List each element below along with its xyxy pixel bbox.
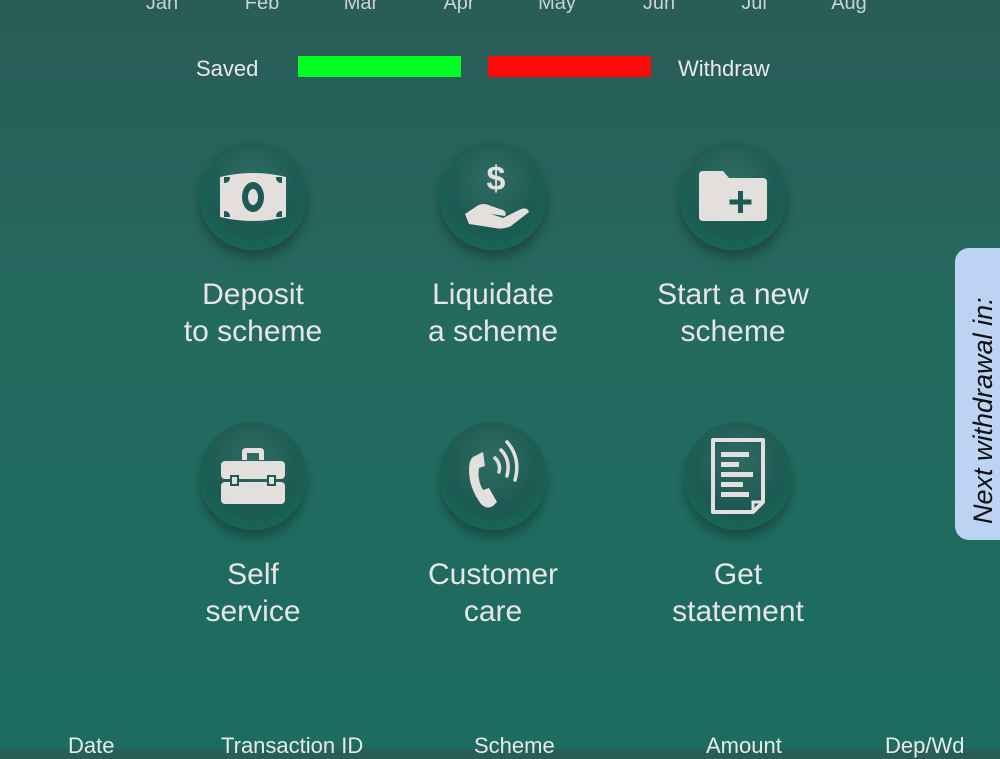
chart-month-axis: Jan Feb Mar Apr May Jun Jul Aug [0, 0, 1000, 18]
month-tick-label: Jan [145, 0, 179, 14]
toolbox-icon [199, 422, 307, 530]
month-tick-label: Jun [642, 0, 676, 14]
legend-saved-label: Saved [196, 56, 259, 81]
legend-withdraw-swatch [488, 56, 651, 77]
get-statement-button[interactable]: Get statement [628, 422, 848, 630]
self-service-button[interactable]: Self service [143, 422, 363, 630]
month-tick-label: Aug [831, 0, 867, 14]
legend-withdraw-label: Withdraw [678, 56, 770, 81]
next-withdrawal-tab[interactable]: Next withdrawal in: [955, 248, 1000, 540]
statement-icon [684, 422, 792, 530]
legend-saved-swatch [298, 56, 461, 77]
column-header-amount: Amount [706, 733, 782, 758]
start-new-scheme-button[interactable]: Start a new scheme [623, 142, 843, 350]
svg-text:$: $ [487, 160, 506, 198]
transactions-table-header: Date Transaction ID Scheme Amount Dep/Wd [0, 733, 1000, 758]
column-header-date: Date [68, 733, 115, 758]
action-label: Self service [205, 558, 301, 628]
action-label: Deposit to scheme [183, 278, 323, 348]
action-label: Get statement [672, 558, 804, 628]
column-header-transaction-id: Transaction ID [221, 733, 364, 758]
next-withdrawal-label: Next withdrawal in: [968, 297, 998, 524]
action-label: Liquidate a scheme [427, 278, 559, 348]
deposit-to-scheme-button[interactable]: Deposit to scheme [143, 142, 363, 350]
month-tick-label: May [538, 0, 576, 14]
month-tick-label: Jul [741, 0, 767, 14]
month-tick-label: Apr [443, 0, 475, 14]
column-header-dep-wd: Dep/Wd [885, 733, 965, 758]
action-label: Customer care [427, 558, 559, 628]
hand-dollar-icon: $ [439, 142, 547, 250]
action-label: Start a new scheme [657, 278, 809, 348]
folder-plus-icon [679, 142, 787, 250]
cash-icon [199, 142, 307, 250]
liquidate-scheme-button[interactable]: $ Liquidate a scheme [383, 142, 603, 350]
month-tick-label: Mar [343, 0, 379, 14]
phone-icon [439, 422, 547, 530]
column-header-scheme: Scheme [474, 733, 555, 758]
month-tick-label: Feb [244, 0, 280, 14]
customer-care-button[interactable]: Customer care [383, 422, 603, 630]
chart-legend: Saved Withdraw [0, 54, 1000, 81]
